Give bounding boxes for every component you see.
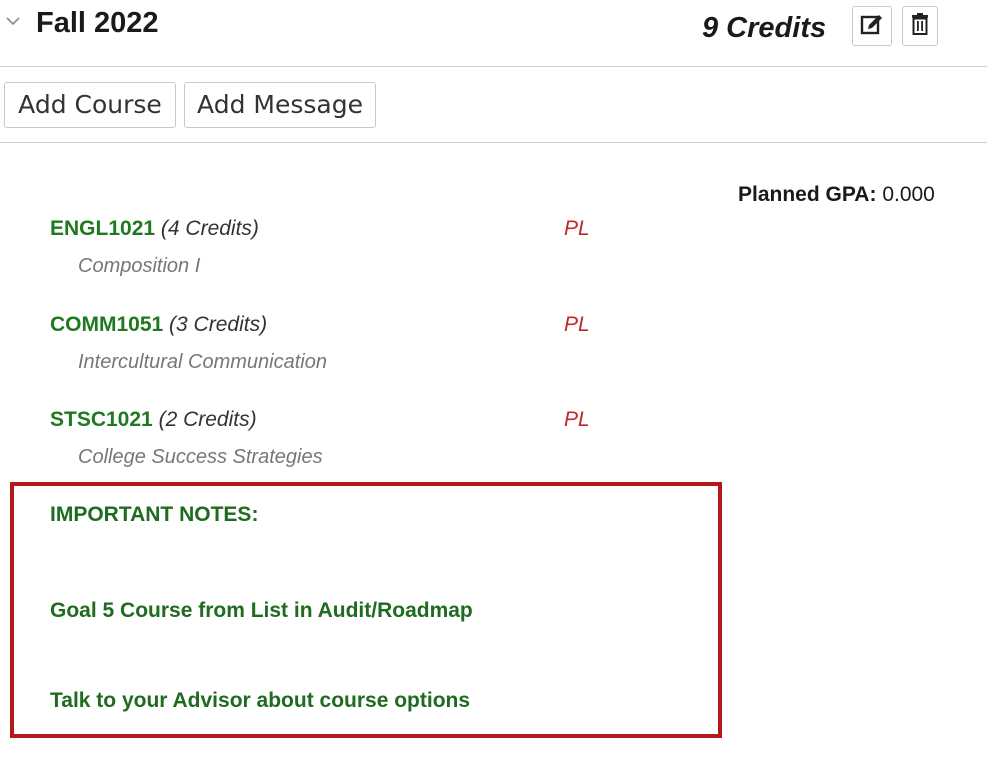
term-header: Fall 2022 9 Credits bbox=[0, 0, 987, 66]
planned-gpa: Planned GPA: 0.000 bbox=[738, 180, 935, 210]
course-status: PL bbox=[564, 217, 590, 240]
trash-icon bbox=[910, 12, 930, 41]
notes-heading: IMPORTANT NOTES: bbox=[50, 503, 259, 526]
course-code-text[interactable]: COMM1051 bbox=[50, 313, 163, 336]
add-message-button[interactable]: Add Message bbox=[184, 82, 376, 128]
note-line: Talk to your Advisor about course option… bbox=[50, 689, 471, 712]
note-line: Goal 5 Course from List in Audit/Roadmap bbox=[50, 599, 473, 622]
course-code[interactable]: ENGL1021 (4 Credits) bbox=[50, 214, 259, 244]
header-divider bbox=[0, 66, 987, 67]
course-title: Intercultural Communication bbox=[78, 351, 327, 373]
term-title[interactable]: Fall 2022 bbox=[36, 2, 159, 44]
actions-divider bbox=[0, 142, 987, 143]
course-code[interactable]: COMM1051 (3 Credits) bbox=[50, 310, 267, 340]
course-status: PL bbox=[564, 313, 590, 336]
course-status: PL bbox=[564, 408, 590, 431]
planned-gpa-label: Planned GPA: bbox=[738, 183, 877, 206]
course-credits: (4 Credits) bbox=[160, 217, 259, 240]
course-credits: (2 Credits) bbox=[158, 408, 257, 431]
delete-term-button[interactable] bbox=[902, 6, 938, 46]
course-code-text[interactable]: ENGL1021 bbox=[50, 217, 155, 240]
planned-gpa-value: 0.000 bbox=[882, 183, 935, 206]
edit-icon bbox=[860, 12, 884, 41]
course-title: College Success Strategies bbox=[78, 446, 323, 468]
course-credits: (3 Credits) bbox=[169, 313, 268, 336]
course-code-text[interactable]: STSC1021 bbox=[50, 408, 153, 431]
edit-term-button[interactable] bbox=[852, 6, 892, 46]
course-code[interactable]: STSC1021 (2 Credits) bbox=[50, 405, 257, 435]
course-title: Composition I bbox=[78, 255, 201, 277]
term-credits: 9 Credits bbox=[702, 12, 827, 44]
chevron-down-icon[interactable] bbox=[2, 10, 24, 32]
add-course-button[interactable]: Add Course bbox=[4, 82, 176, 128]
